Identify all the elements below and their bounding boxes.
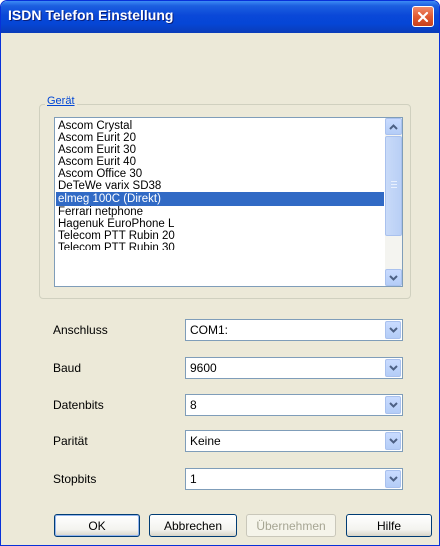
scroll-up-arrow-icon [389, 123, 398, 130]
scroll-up-button[interactable] [385, 118, 402, 135]
paritaet-combobox[interactable]: Keine [185, 430, 403, 452]
chevron-down-icon [388, 365, 398, 371]
chevron-down-icon [388, 438, 398, 444]
apply-button[interactable]: Übernehmen [246, 514, 336, 537]
list-item-ascom-office-30[interactable]: Ascom Office 30 [56, 168, 384, 180]
paritaet-dropdown-button[interactable] [385, 432, 401, 450]
list-item-telecom-rubin-20[interactable]: Telecom PTT Rubin 20 [56, 230, 384, 242]
stopbits-combobox[interactable]: 1 [185, 468, 403, 490]
close-button[interactable] [412, 6, 434, 27]
close-icon [417, 11, 429, 22]
scroll-thumb[interactable] [385, 136, 402, 236]
stopbits-value: 1 [190, 472, 197, 486]
thumb-grip-line [391, 184, 397, 185]
help-button[interactable]: Hilfe [346, 514, 432, 537]
datenbits-value: 8 [190, 398, 197, 412]
device-group-label: Gerät [45, 95, 77, 107]
baud-label: Baud [53, 361, 82, 375]
chevron-down-icon [388, 402, 398, 408]
chevron-down-icon [388, 476, 398, 482]
list-item-ferrari-netphone[interactable]: Ferrari netphone [56, 206, 384, 218]
list-item-detewe-varix[interactable]: DeTeWe varix SD38 [56, 180, 384, 192]
anschluss-combobox[interactable]: COM1: [185, 319, 403, 341]
list-item-telecom-rubin-30[interactable]: Telecom PTT Rubin 30 [56, 242, 384, 250]
list-item-ascom-eurit-40[interactable]: Ascom Eurit 40 [56, 156, 384, 168]
datenbits-dropdown-button[interactable] [385, 396, 401, 414]
list-item-ascom-crystal[interactable]: Ascom Crystal [56, 120, 384, 132]
anschluss-label: Anschluss [53, 323, 108, 337]
stopbits-label: Stopbits [53, 472, 97, 486]
window-title: ISDN Telefon Einstellung [8, 7, 174, 23]
scroll-down-button[interactable] [385, 269, 402, 286]
ok-button[interactable]: OK [54, 514, 140, 537]
thumb-grip-line [391, 181, 397, 182]
paritaet-label: Parität [53, 434, 88, 448]
thumb-grip-line [391, 187, 397, 188]
device-group-label-text: Gerät [47, 95, 75, 107]
scroll-down-arrow-icon [389, 274, 398, 281]
datenbits-label: Datenbits [53, 398, 104, 412]
list-item-elmeg-100c-selected[interactable]: elmeg 100C (Direkt) [56, 192, 384, 206]
title-bar[interactable]: ISDN Telefon Einstellung [1, 1, 439, 33]
list-item-hagenuk-europhone[interactable]: Hagenuk EuroPhone L [56, 218, 384, 230]
anschluss-value: COM1: [190, 323, 229, 337]
dialog-window: ISDN Telefon Einstellung Gerät Ascom Cry… [0, 0, 440, 546]
baud-dropdown-button[interactable] [385, 359, 401, 377]
datenbits-combobox[interactable]: 8 [185, 394, 403, 416]
anschluss-dropdown-button[interactable] [385, 321, 401, 339]
list-item-ascom-eurit-20[interactable]: Ascom Eurit 20 [56, 132, 384, 144]
baud-value: 9600 [190, 361, 217, 375]
list-item-ascom-eurit-30[interactable]: Ascom Eurit 30 [56, 144, 384, 156]
stopbits-dropdown-button[interactable] [385, 470, 401, 488]
chevron-down-icon [388, 327, 398, 333]
paritaet-value: Keine [190, 434, 221, 448]
cancel-button[interactable]: Abbrechen [149, 514, 237, 537]
baud-combobox[interactable]: 9600 [185, 357, 403, 379]
list-scrollbar[interactable] [385, 118, 402, 286]
device-listbox[interactable]: Ascom Crystal Ascom Eurit 20 Ascom Eurit… [54, 117, 403, 287]
